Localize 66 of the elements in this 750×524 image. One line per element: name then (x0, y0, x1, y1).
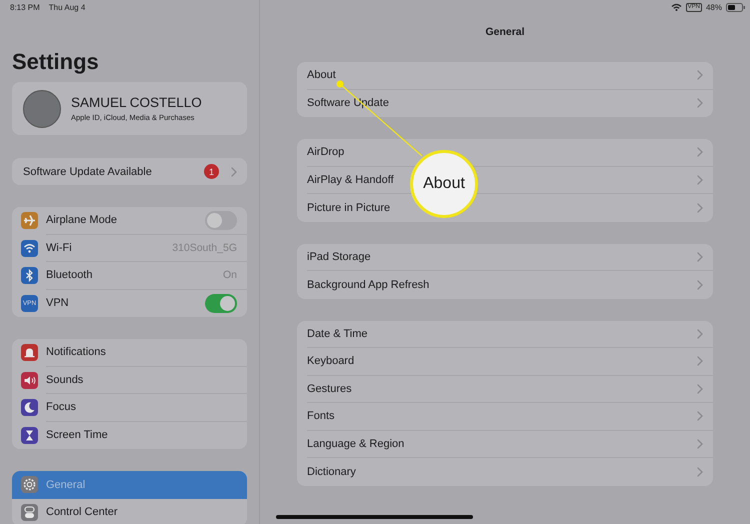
row-label: Picture in Picture (307, 202, 390, 214)
row-label: Keyboard (307, 355, 354, 368)
page-title: Settings (12, 50, 100, 74)
wifi-icon (670, 3, 682, 11)
item-label: Sounds (46, 374, 84, 386)
status-date: Thu Aug 4 (48, 2, 86, 12)
row-label: Software Update Available (23, 166, 152, 178)
row-label: Date & Time (307, 328, 368, 340)
chevron-icon (697, 328, 703, 339)
item-label: Wi-Fi (46, 242, 72, 254)
profile-name: SAMUEL COSTELLO (71, 95, 202, 110)
toggle-switch[interactable] (205, 210, 237, 230)
chevron-icon (697, 356, 703, 366)
chevron-icon (697, 147, 703, 158)
item-label: General (46, 478, 86, 491)
update-row[interactable]: Software Update Available 1 (12, 158, 247, 185)
notification-badge: 1 (204, 164, 219, 179)
row-label: AirPlay & Handoff (307, 174, 394, 186)
sidebar-item[interactable]: Airplane Mode (12, 207, 247, 234)
chevron-icon (697, 384, 703, 394)
row-label: About (307, 69, 336, 82)
row-label: AirDrop (307, 146, 344, 158)
status-time: 8:13 PM (10, 2, 40, 12)
item-label: VPN (46, 297, 69, 310)
settings-row[interactable]: Gestures (297, 376, 713, 403)
row-label: Background App Refresh (307, 278, 430, 291)
chevron-icon (697, 438, 703, 449)
settings-row[interactable]: Fonts (297, 403, 713, 430)
chevron-icon (697, 98, 703, 108)
row-label: Gestures (307, 382, 352, 395)
settings-row[interactable]: iPad Storage (297, 244, 713, 271)
battery-percent: 48% (706, 2, 722, 12)
avatar-photo (23, 90, 61, 128)
item-label: Control Center (46, 506, 118, 518)
item-label: Focus (46, 401, 76, 414)
chevron-icon (697, 174, 703, 185)
chevron-icon (697, 411, 703, 422)
home-indicator[interactable] (276, 515, 473, 519)
chevron-icon (697, 252, 703, 262)
row-label: Dictionary (307, 466, 356, 478)
settings-row[interactable]: Language & Region (297, 430, 713, 458)
sidebar-item[interactable]: Focus (12, 394, 247, 422)
sidebar-item[interactable]: Notifications (12, 339, 247, 366)
sidebar-item[interactable]: Control Center (12, 498, 247, 524)
row-label: Language & Region (307, 438, 404, 450)
chevron-icon (697, 280, 703, 290)
settings-row[interactable]: Dictionary (297, 458, 713, 486)
item-label: Airplane Mode (46, 214, 117, 226)
sidebar-item[interactable]: Screen Time (12, 422, 247, 449)
settings-row[interactable]: Keyboard (297, 348, 713, 376)
battery-icon (726, 2, 746, 12)
settings-row[interactable]: Background App Refresh (297, 271, 713, 298)
row-label: iPad Storage (307, 250, 371, 263)
item-label: Screen Time (46, 429, 108, 442)
chevron-icon (231, 166, 237, 176)
row-label: Fonts (307, 410, 335, 422)
toggle-switch[interactable] (205, 294, 237, 313)
settings-row[interactable]: Date & Time (297, 320, 713, 348)
sidebar-item[interactable]: Sounds (12, 366, 247, 394)
chevron-icon (697, 70, 703, 80)
settings-row[interactable]: About (297, 62, 713, 90)
chevron-icon (697, 466, 703, 477)
item-label: Bluetooth (46, 269, 92, 282)
page-title: General (484, 25, 526, 40)
chevron-icon (697, 202, 703, 213)
item-label: Notifications (46, 346, 106, 358)
